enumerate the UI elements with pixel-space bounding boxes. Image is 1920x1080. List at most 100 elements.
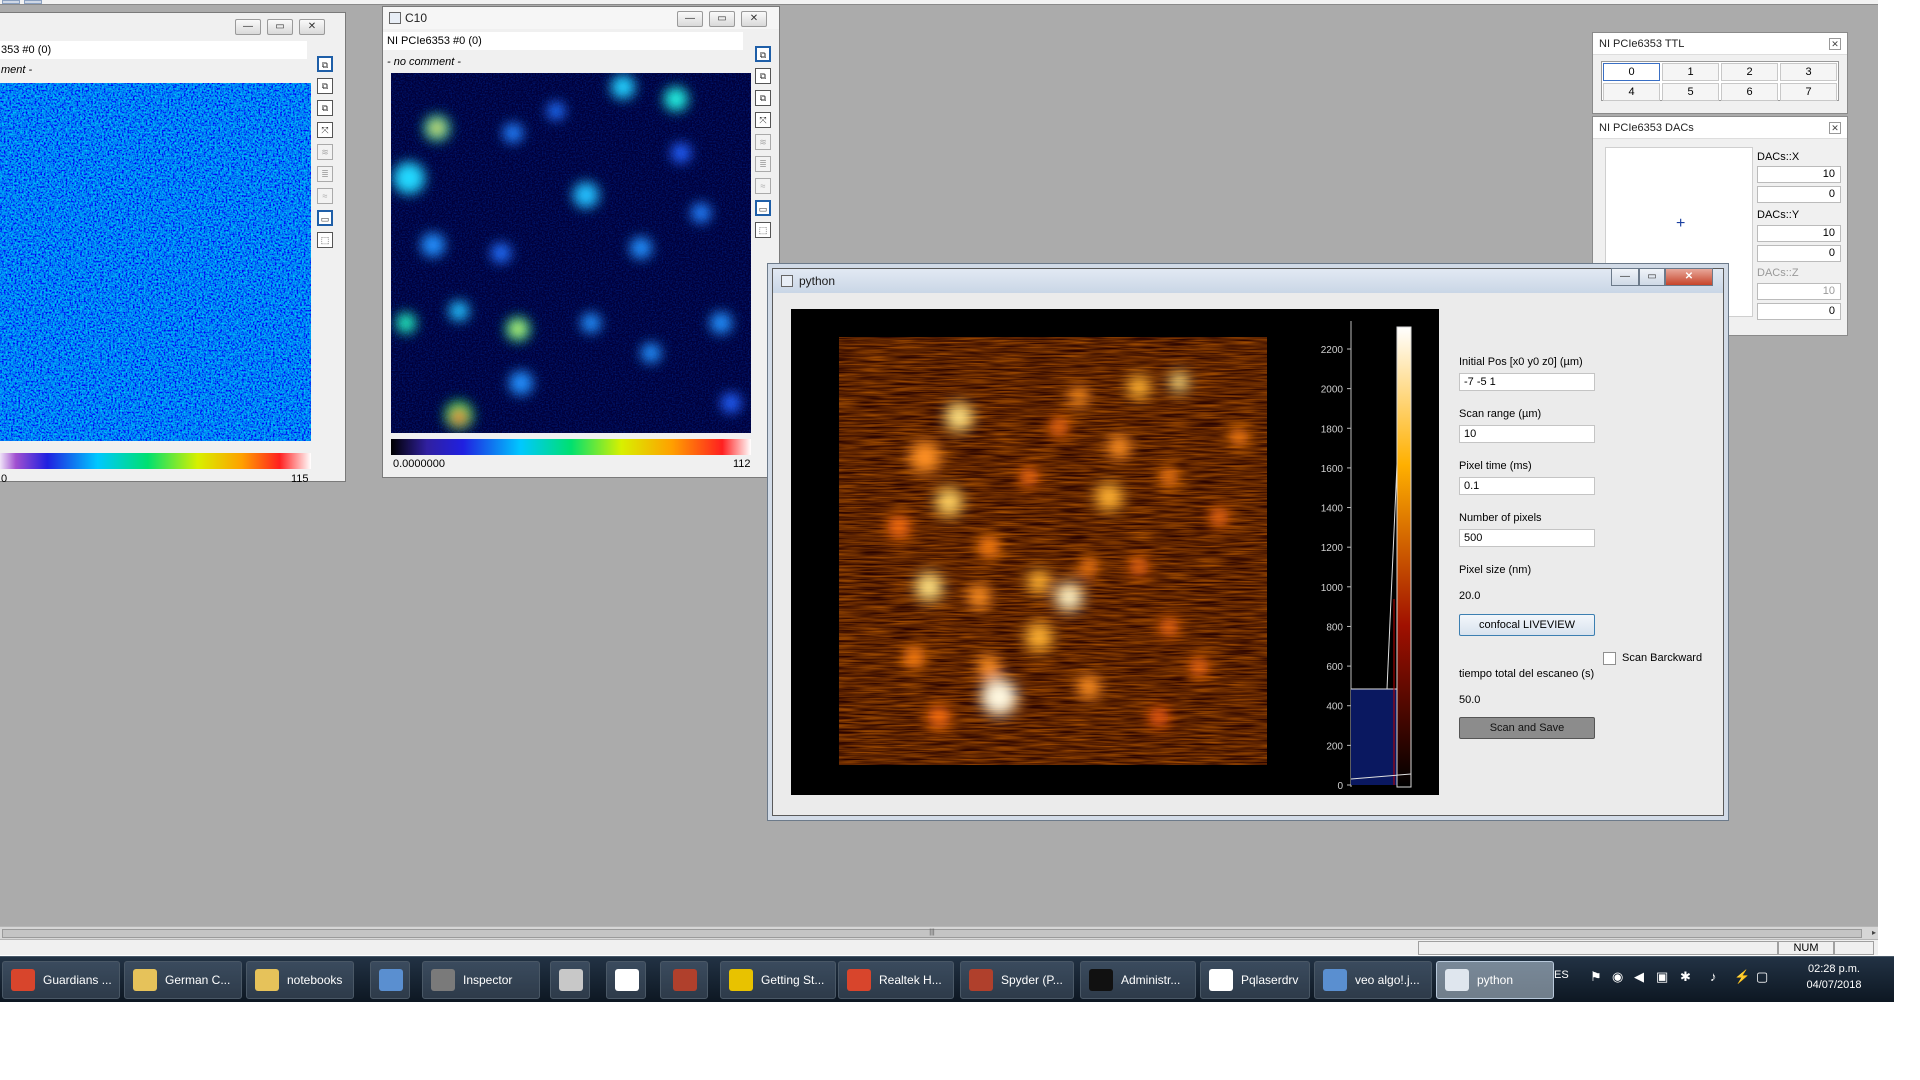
taskbar-item[interactable]: notebooks: [246, 961, 354, 999]
image-header: NI PCIe6353 #0 (0): [383, 32, 743, 50]
dac-z-min[interactable]: 0: [1757, 303, 1841, 320]
dac-y-min[interactable]: 0: [1757, 245, 1841, 262]
close-button[interactable]: ✕: [1665, 268, 1713, 286]
dac-x-value[interactable]: 10: [1757, 166, 1841, 183]
copy-icon[interactable]: ⧉: [755, 90, 771, 106]
window-titlebar[interactable]: python: [773, 269, 1723, 293]
select-icon[interactable]: ⬚: [755, 222, 771, 238]
taskbar-item[interactable]: Spyder (P...: [960, 961, 1074, 999]
taskbar-item[interactable]: python: [1436, 961, 1554, 999]
minimize-button[interactable]: —: [235, 19, 261, 35]
initial-pos-label: Initial Pos [x0 y0 z0] (µm): [1459, 356, 1583, 368]
spider-icon: [673, 969, 697, 991]
copy-icon[interactable]: ⧉: [317, 78, 333, 94]
python-icon: [1445, 969, 1469, 991]
taskbar-item[interactable]: Pqlaserdrv: [1200, 961, 1310, 999]
taskbar-item[interactable]: German C...: [124, 961, 242, 999]
close-button[interactable]: ✕: [299, 19, 325, 35]
taskbar-item[interactable]: [606, 961, 646, 999]
select-icon[interactable]: ⬚: [317, 232, 333, 248]
ttl-channel-7[interactable]: 7: [1780, 83, 1837, 101]
close-button[interactable]: ✕: [741, 11, 767, 27]
clock-time: 02:28 p.m.: [1808, 963, 1860, 975]
copy-icon[interactable]: ⧉: [755, 68, 771, 84]
action-center-icon[interactable]: ▢: [1756, 969, 1768, 985]
lines-icon[interactable]: ≣: [755, 156, 771, 172]
frame-icon[interactable]: ▭: [317, 210, 333, 226]
crop-icon[interactable]: ⤧: [317, 122, 333, 138]
language-indicator[interactable]: ES: [1554, 969, 1569, 981]
fluorescence-spot: [1055, 583, 1083, 611]
scan-range-input[interactable]: 10: [1459, 425, 1595, 443]
taskbar-item[interactable]: Guardians ...: [2, 961, 120, 999]
close-icon[interactable]: ✕: [1829, 122, 1841, 134]
power-icon[interactable]: ⚡: [1734, 969, 1750, 985]
ttl-channel-3[interactable]: 3: [1780, 63, 1837, 81]
maximize-button[interactable]: ▭: [1639, 268, 1665, 286]
panel-title: NI PCIe6353 DACs: [1593, 117, 1847, 139]
view-mode-icon[interactable]: ⧉: [317, 56, 333, 72]
ttl-channel-2[interactable]: 2: [1721, 63, 1778, 81]
lines-icon[interactable]: ≣: [317, 166, 333, 182]
network-icon[interactable]: ◉: [1612, 969, 1623, 985]
ttl-channel-1[interactable]: 1: [1662, 63, 1719, 81]
fluorescence-spot: [967, 585, 991, 609]
dac-z-value[interactable]: 10: [1757, 283, 1841, 300]
wave-icon[interactable]: ≈: [317, 188, 333, 204]
scrollbar-thumb[interactable]: |||: [2, 929, 1862, 938]
taskbar-item[interactable]: [370, 961, 410, 999]
ni-ttl-panel[interactable]: NI PCIe6353 TTL ✕ 0 1 2 3 4 5 6 7: [1592, 32, 1848, 114]
ttl-channel-0[interactable]: 0: [1603, 63, 1660, 81]
horizontal-scrollbar[interactable]: ||| ▸: [0, 926, 1878, 940]
minimize-button[interactable]: —: [1611, 268, 1639, 286]
ttl-channel-5[interactable]: 5: [1662, 83, 1719, 101]
filter-icon[interactable]: ≋: [755, 134, 771, 150]
view-mode-icon[interactable]: ⧉: [755, 46, 771, 62]
wave-icon[interactable]: ≈: [755, 178, 771, 194]
taskbar-item[interactable]: veo algo!.j...: [1314, 961, 1432, 999]
maximize-button[interactable]: ▭: [267, 19, 293, 35]
top-edge-segment: [24, 0, 42, 4]
speaker-icon[interactable]: ◀: [1634, 969, 1644, 985]
liveview-button[interactable]: confocal LIVEVIEW: [1459, 614, 1595, 636]
flag-icon[interactable]: ⚑: [1590, 969, 1602, 985]
taskbar-item[interactable]: [660, 961, 708, 999]
scan-backward-checkbox[interactable]: [1603, 652, 1616, 665]
filter-icon[interactable]: ≋: [317, 144, 333, 160]
crop-icon[interactable]: ⤧: [755, 112, 771, 128]
histogram-tick-label: 2000: [1321, 385, 1344, 396]
python-window[interactable]: python — ▭ ✕ 2200 2000 1800 1600 1400 12…: [772, 268, 1724, 816]
ttl-channel-4[interactable]: 4: [1603, 83, 1660, 101]
dac-y-value[interactable]: 10: [1757, 225, 1841, 242]
window-c10[interactable]: C10 — ▭ ✕ NI PCIe6353 #0 (0) - no commen…: [382, 6, 780, 478]
scan-and-save-button[interactable]: Scan and Save: [1459, 717, 1595, 739]
taskbar-item[interactable]: Administr...: [1080, 961, 1196, 999]
taskbar-item[interactable]: Inspector: [422, 961, 540, 999]
ttl-channel-6[interactable]: 6: [1721, 83, 1778, 101]
window-left-image[interactable]: — ▭ ✕ 353 #0 (0) ment - ⧉ ⧉ ⧉ ⤧ ≋ ≣ ≈ ▭ …: [0, 12, 346, 485]
monitor-icon[interactable]: ▣: [1656, 969, 1668, 985]
fluorescence-spot: [1129, 557, 1149, 577]
clock[interactable]: 02:28 p.m. 04/07/2018: [1794, 961, 1874, 993]
copy-icon[interactable]: ⧉: [317, 100, 333, 116]
volume-icon[interactable]: ♪: [1710, 969, 1717, 984]
colorbar-min: 0: [1, 473, 8, 485]
initial-pos-input[interactable]: -7 -5 1: [1459, 373, 1595, 391]
dac-x-min[interactable]: 0: [1757, 186, 1841, 203]
scroll-right-icon[interactable]: ▸: [1872, 928, 1876, 937]
minimize-button[interactable]: —: [677, 11, 703, 27]
fluorescence-spot: [902, 645, 926, 669]
taskbar-item[interactable]: Getting St...: [720, 961, 836, 999]
pixel-time-input[interactable]: 0.1: [1459, 477, 1595, 495]
taskbar-item[interactable]: Realtek H...: [838, 961, 954, 999]
num-pixels-input[interactable]: 500: [1459, 529, 1595, 547]
histogram-tick-label: 1200: [1321, 543, 1344, 554]
histogram-tick-label: 600: [1326, 662, 1343, 673]
tray-app-icon[interactable]: ✱: [1680, 969, 1691, 985]
close-icon[interactable]: ✕: [1829, 38, 1841, 50]
taskbar-item[interactable]: [550, 961, 590, 999]
fluorescence-spot: [1127, 375, 1151, 399]
maximize-button[interactable]: ▭: [709, 11, 735, 27]
inspector-icon: [431, 969, 455, 991]
frame-icon[interactable]: ▭: [755, 200, 771, 216]
